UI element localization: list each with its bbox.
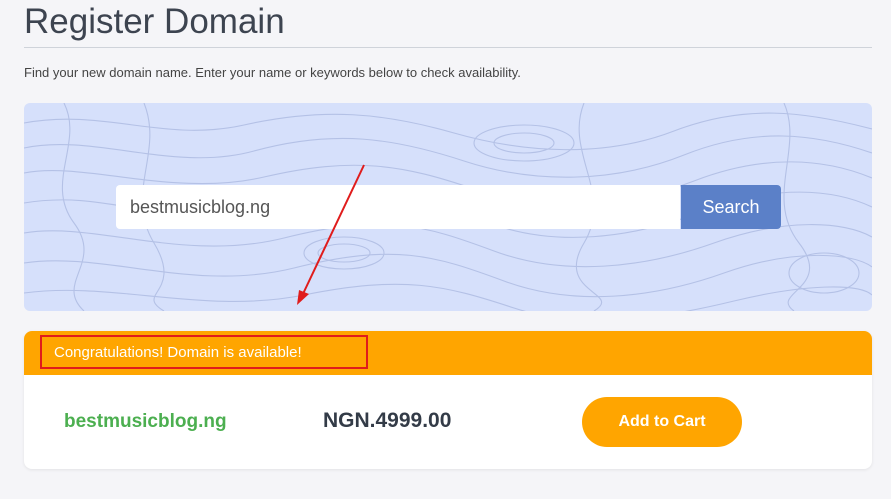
domain-result-card: Congratulations! Domain is available! be… xyxy=(24,331,872,469)
search-button[interactable]: Search xyxy=(681,185,781,229)
domain-search-input[interactable]: bestmusicblog.ng xyxy=(116,185,680,229)
title-divider xyxy=(24,47,872,48)
page-subtitle: Find your new domain name. Enter your na… xyxy=(24,65,521,80)
result-domain-name: bestmusicblog.ng xyxy=(64,411,227,432)
page-title: Register Domain xyxy=(24,2,285,41)
add-to-cart-button[interactable]: Add to Cart xyxy=(582,397,742,447)
availability-banner: Congratulations! Domain is available! xyxy=(24,331,872,375)
domain-search-hero: bestmusicblog.ng Search xyxy=(24,103,872,311)
annotation-highlight-box xyxy=(40,335,368,369)
result-domain-price: NGN.4999.00 xyxy=(323,409,452,432)
